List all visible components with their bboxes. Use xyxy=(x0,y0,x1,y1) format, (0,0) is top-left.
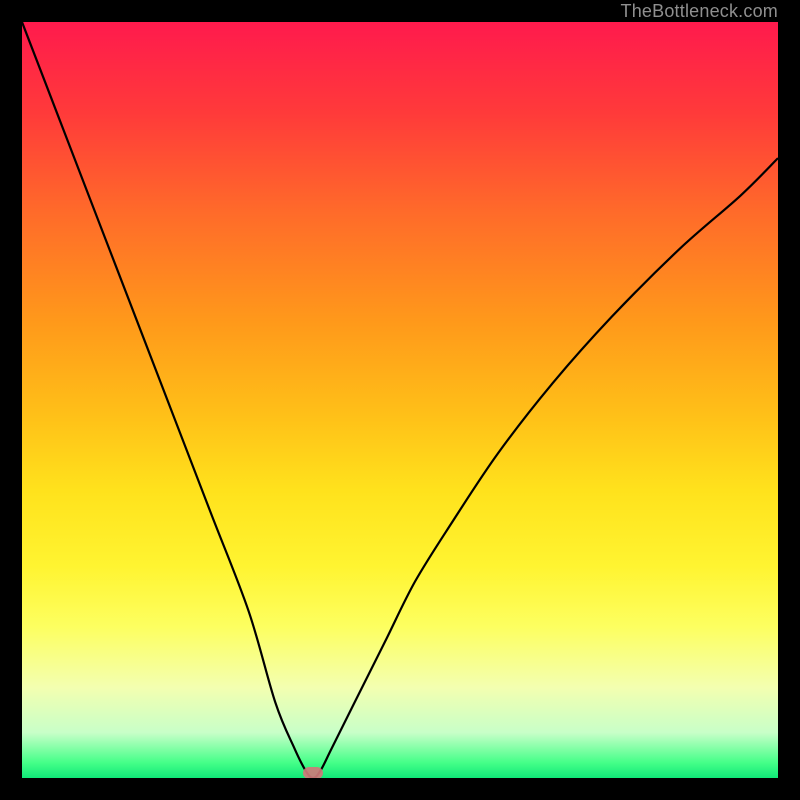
watermark-text: TheBottleneck.com xyxy=(621,0,778,22)
plot-area xyxy=(22,22,778,778)
optimal-marker xyxy=(303,767,323,778)
chart-frame: TheBottleneck.com xyxy=(0,0,800,800)
bottleneck-curve xyxy=(22,22,778,778)
